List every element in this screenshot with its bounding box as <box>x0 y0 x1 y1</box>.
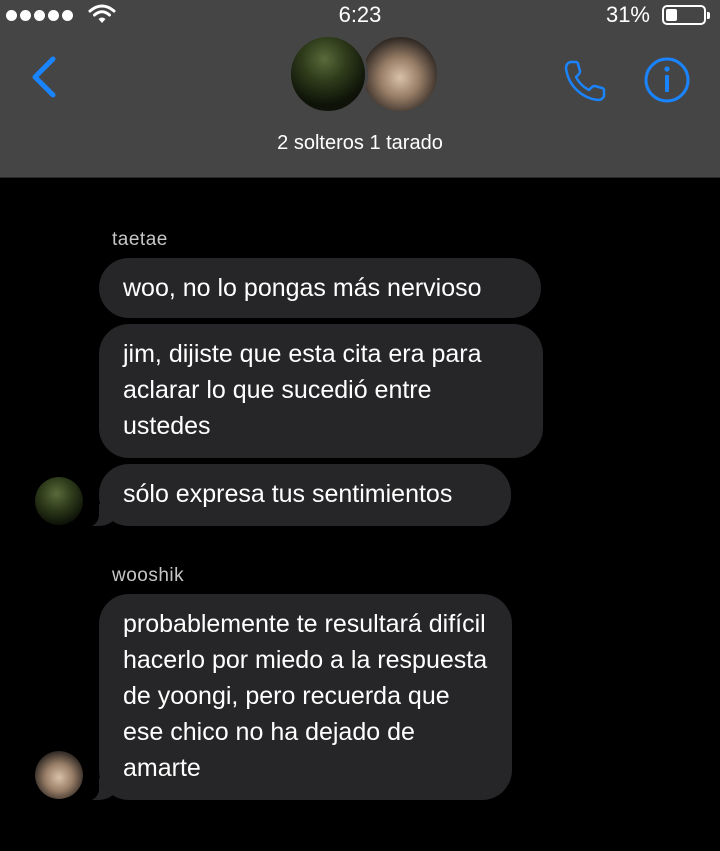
battery-icon <box>662 5 710 25</box>
group-member-avatar <box>288 34 368 114</box>
phone-call-icon[interactable] <box>560 56 610 106</box>
status-bar: 6:23 31% <box>0 0 720 30</box>
back-chevron-icon[interactable] <box>26 54 66 100</box>
chat-header: 6:23 31% 2 solteros 1 tarado <box>0 0 720 178</box>
battery-level <box>666 9 678 21</box>
group-name[interactable]: 2 solteros 1 tarado <box>0 132 720 155</box>
group-member-avatar <box>360 34 440 114</box>
sender-name: taetae <box>112 229 168 250</box>
message-bubble[interactable]: jim, dijiste que esta cita era para acla… <box>99 324 543 458</box>
group-avatars[interactable] <box>288 34 440 116</box>
sender-name: wooshik <box>112 565 185 586</box>
battery-percentage: 31% <box>605 2 650 27</box>
message-bubble[interactable]: sólo expresa tus sentimientos <box>81 464 511 527</box>
info-icon[interactable] <box>642 55 692 105</box>
message-bubble[interactable]: probablemente te resultará difícil hacer… <box>81 594 512 801</box>
message-bubble[interactable]: woo, no lo pongas más nervioso <box>99 258 541 318</box>
sender-avatar[interactable] <box>35 751 83 799</box>
sender-avatar[interactable] <box>35 477 83 525</box>
